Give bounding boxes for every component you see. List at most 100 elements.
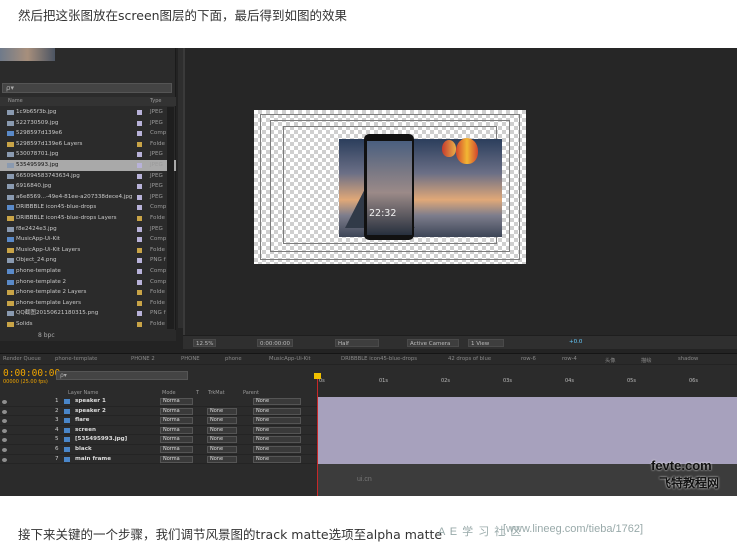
visibility-eye-icon[interactable] — [2, 409, 7, 414]
project-item[interactable]: 1c9b65f3b.jpg JPEG — [0, 107, 176, 118]
layer-name-header[interactable]: Layer Name — [68, 390, 98, 396]
layer-name[interactable]: speaker 1 — [75, 397, 106, 407]
project-item[interactable]: phone-template Layers Folde — [0, 298, 176, 309]
layer-name[interactable]: [535495993.jpg] — [75, 435, 127, 445]
zoom-select[interactable]: 12.5% — [193, 339, 217, 347]
blend-mode-select[interactable]: Norma — [160, 455, 193, 463]
blend-mode-select[interactable]: Norma — [160, 417, 193, 425]
project-item[interactable]: phone-template 2 Layers Folde — [0, 287, 176, 298]
viewer-timecode[interactable]: 0:00:00:00 — [257, 339, 294, 347]
comp-tab[interactable]: MusicApp-Ui-Kit — [269, 356, 311, 362]
layer-name[interactable]: speaker 2 — [75, 407, 106, 417]
visibility-eye-icon[interactable] — [2, 419, 7, 424]
label-color-swatch[interactable] — [137, 120, 142, 126]
track-matte-select[interactable]: None — [207, 436, 237, 444]
parent-select[interactable]: None — [253, 398, 301, 405]
project-item[interactable]: 5298597d139e6 Comp — [0, 128, 176, 139]
label-color-swatch[interactable] — [137, 152, 142, 158]
track-matte-select[interactable]: None — [207, 407, 237, 415]
label-color-swatch[interactable] — [137, 215, 142, 221]
project-search-input[interactable]: ρ▾ — [2, 83, 172, 93]
parent-select[interactable]: None — [253, 417, 301, 425]
type-column-header[interactable]: Type — [150, 98, 161, 104]
layer-name[interactable]: flare — [75, 416, 89, 426]
label-color-swatch[interactable] — [137, 131, 142, 137]
project-item[interactable]: MusicApp-Ui-Kit Layers Folde — [0, 245, 176, 256]
label-color-swatch[interactable] — [137, 268, 142, 274]
label-color-swatch[interactable] — [137, 173, 142, 179]
label-color-swatch[interactable] — [137, 110, 142, 115]
exposure-value[interactable]: +0.0 — [569, 339, 582, 345]
timeline-search-input[interactable]: ρ▾ — [56, 371, 188, 380]
current-time-indicator[interactable] — [317, 373, 318, 496]
project-scrollbar[interactable] — [167, 107, 174, 329]
camera-select[interactable]: Active Camera — [407, 339, 459, 347]
visibility-eye-icon[interactable] — [2, 457, 7, 462]
project-item[interactable]: DRIBBBLE icon45-blue-drops Comp — [0, 202, 176, 213]
project-item[interactable]: a6e8569...-49e4-81ee-a207338dece4.jpg JPE… — [0, 192, 176, 203]
label-color-swatch[interactable] — [137, 247, 142, 253]
comp-tab[interactable]: 描绘 — [641, 356, 652, 364]
layer-name[interactable]: screen — [75, 426, 96, 436]
label-color-swatch[interactable] — [137, 321, 142, 327]
layer-name[interactable]: black — [75, 445, 92, 455]
visibility-eye-icon[interactable] — [2, 438, 7, 443]
blend-mode-select[interactable]: Norma — [160, 436, 193, 444]
project-item[interactable]: 530078701.jpg JPEG — [0, 149, 176, 160]
track-matte-select[interactable]: None — [207, 426, 237, 434]
comp-tab[interactable]: shadow — [678, 356, 698, 362]
comp-tab[interactable]: row-6 — [521, 356, 536, 362]
comp-tab[interactable]: row-4 — [562, 356, 577, 362]
project-item[interactable]: Solids Folde — [0, 319, 176, 330]
blend-mode-select[interactable]: Norma — [160, 398, 193, 405]
resolution-select[interactable]: Half — [335, 339, 379, 347]
blend-mode-select[interactable]: Norma — [160, 445, 193, 453]
parent-select[interactable]: None — [253, 407, 301, 415]
comp-tab[interactable]: PHONE 2 — [131, 356, 155, 362]
time-ruler[interactable]: 0s 01s 02s 03s 04s 05s 06s — [317, 378, 737, 388]
parent-select[interactable]: None — [253, 455, 301, 463]
project-item[interactable]: DRIBBBLE icon45-blue-drops Layers Folde — [0, 213, 176, 224]
project-item[interactable]: 535495993.jpg JPEG — [0, 159, 176, 171]
parent-select[interactable]: None — [253, 445, 301, 453]
label-color-swatch[interactable] — [137, 226, 142, 232]
label-color-swatch[interactable] — [137, 194, 142, 200]
label-color-swatch[interactable] — [137, 311, 142, 317]
label-color-swatch[interactable] — [137, 258, 142, 264]
t-header[interactable]: T — [196, 390, 199, 396]
blend-mode-select[interactable]: Norma — [160, 407, 193, 415]
layer-duration-bars[interactable] — [317, 397, 737, 464]
label-color-swatch[interactable] — [137, 290, 142, 296]
comp-tab[interactable]: phone-template — [55, 356, 97, 362]
project-item[interactable]: Object_24.png PNG f — [0, 255, 176, 266]
project-item[interactable]: 6916840.jpg JPEG — [0, 181, 176, 192]
comp-tab[interactable]: 头像 — [605, 356, 616, 364]
parent-header[interactable]: Parent — [243, 390, 259, 396]
comp-tab[interactable]: phone — [225, 356, 242, 362]
views-select[interactable]: 1 View — [468, 339, 504, 347]
layer-row[interactable]: 7 main frame Norma None None — [0, 455, 317, 465]
project-item[interactable]: MusicApp-Ui-Kit Comp — [0, 234, 176, 245]
layer-row[interactable]: 1 speaker 1 Norma None — [0, 397, 317, 407]
project-item[interactable]: QQ截图20150621180315.png PNG f — [0, 308, 176, 319]
label-color-swatch[interactable] — [137, 141, 142, 147]
parent-select[interactable]: None — [253, 426, 301, 434]
label-color-swatch[interactable] — [137, 205, 142, 211]
label-color-swatch[interactable] — [137, 162, 142, 168]
track-matte-select[interactable]: None — [207, 445, 237, 453]
cti-handle-icon[interactable] — [314, 373, 321, 379]
comp-tab[interactable]: 42 drops of blue — [448, 356, 491, 362]
layer-row[interactable]: 4 screen Norma None None — [0, 426, 317, 436]
project-item[interactable]: 665094583743634.jpg JPEG — [0, 171, 176, 182]
visibility-eye-icon[interactable] — [2, 428, 7, 433]
label-color-swatch[interactable] — [137, 300, 142, 306]
layer-row[interactable]: 2 speaker 2 Norma None None — [0, 407, 317, 417]
label-color-swatch[interactable] — [137, 184, 142, 190]
project-item[interactable]: phone-template 2 Comp — [0, 277, 176, 288]
layer-row[interactable]: 5 [535495993.jpg] Norma None None — [0, 435, 317, 445]
bpc-label[interactable]: 8 bpc — [38, 332, 55, 339]
parent-select[interactable]: None — [253, 436, 301, 444]
project-item[interactable]: 522730509.jpg JPEG — [0, 118, 176, 129]
name-column-header[interactable]: Name — [8, 98, 23, 104]
layer-name[interactable]: main frame — [75, 455, 111, 465]
